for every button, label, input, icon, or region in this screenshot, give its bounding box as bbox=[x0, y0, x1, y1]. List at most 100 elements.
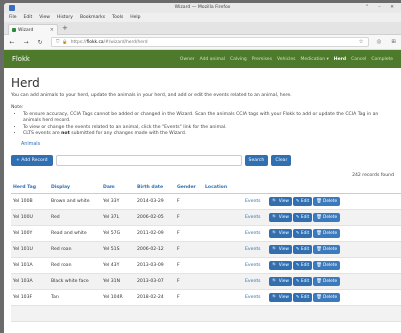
notes-list: To ensure accuracy, CCIA Tags cannot be … bbox=[23, 112, 394, 137]
menu-file[interactable]: File bbox=[9, 15, 17, 20]
view-button[interactable]: 🔍 View bbox=[269, 292, 292, 302]
edit-button[interactable]: ✎ Edit bbox=[292, 244, 313, 254]
cell-events: Events bbox=[243, 225, 267, 242]
back-icon[interactable]: ← bbox=[9, 39, 15, 46]
delete-button[interactable]: 🗑 Delete bbox=[313, 244, 341, 254]
col-gender[interactable]: Gender bbox=[175, 182, 203, 194]
events-link[interactable]: Events bbox=[245, 295, 261, 300]
cell-dam: Yel 104R bbox=[101, 289, 135, 306]
col-display[interactable]: Display bbox=[49, 182, 101, 194]
delete-button[interactable]: 🗑 Delete bbox=[313, 228, 341, 238]
edit-button[interactable]: ✎ Edit bbox=[292, 276, 313, 286]
events-link[interactable]: Events bbox=[245, 199, 261, 204]
animals-link[interactable]: Animals bbox=[21, 142, 394, 147]
clear-button[interactable]: Clear bbox=[271, 155, 292, 167]
edit-button[interactable]: ✎ Edit bbox=[292, 228, 313, 238]
cell-actions bbox=[267, 305, 401, 322]
view-button[interactable]: 🔍 View bbox=[269, 260, 292, 270]
nav-vehicles[interactable]: Vehicles bbox=[277, 57, 295, 62]
nav-owner[interactable]: Owner bbox=[180, 57, 195, 62]
nav-calving[interactable]: Calving bbox=[230, 57, 247, 62]
events-link[interactable]: Events bbox=[245, 279, 261, 284]
menu-history[interactable]: History bbox=[57, 15, 73, 20]
table-row: Yel 101U Red roan Yel 51S 2006-02-12 F Events… bbox=[11, 241, 401, 258]
tab-close-icon[interactable]: × bbox=[50, 27, 54, 33]
cell-display: Brown and white bbox=[49, 193, 101, 210]
cell-events: Events bbox=[243, 193, 267, 210]
menu-bookmarks[interactable]: Bookmarks bbox=[80, 15, 105, 20]
col-herd-tag[interactable]: Herd Tag bbox=[11, 182, 49, 194]
herd-table: Herd Tag Display Dam Birth date Gender L… bbox=[11, 182, 401, 322]
cell-actions: 🔍 View ✎ Edit 🗑 Delete bbox=[267, 241, 401, 258]
forward-icon[interactable]: → bbox=[23, 39, 29, 46]
nav-herd[interactable]: Herd bbox=[334, 57, 346, 62]
nav-cancel[interactable]: Cancel bbox=[351, 57, 366, 62]
cell-herd-tag bbox=[11, 305, 49, 322]
edit-button[interactable]: ✎ Edit bbox=[292, 292, 313, 302]
nav-premises[interactable]: Premises bbox=[252, 57, 272, 62]
reload-icon[interactable]: ↻ bbox=[37, 39, 43, 46]
events-link[interactable]: Events bbox=[245, 215, 261, 220]
cell-display: Red roan bbox=[49, 257, 101, 274]
nav-complete[interactable]: Complete bbox=[371, 57, 393, 62]
view-button[interactable]: 🔍 View bbox=[269, 276, 292, 286]
cell-dam bbox=[101, 305, 135, 322]
edit-button[interactable]: ✎ Edit bbox=[292, 196, 313, 206]
col-dam[interactable]: Dam bbox=[101, 182, 135, 194]
menu-view[interactable]: View bbox=[39, 15, 50, 20]
add-record-button[interactable]: + Add Record bbox=[11, 155, 53, 167]
new-tab-button[interactable]: + bbox=[62, 24, 68, 32]
view-button[interactable]: 🔍 View bbox=[269, 228, 292, 238]
shield-icon[interactable]: ⛉ bbox=[56, 39, 59, 45]
cell-dam: Yel 51S bbox=[101, 241, 135, 258]
cell-location bbox=[203, 193, 243, 210]
cell-location bbox=[203, 257, 243, 274]
window-controls[interactable]: ⌃ – ✕ bbox=[365, 5, 398, 10]
col-birth-date[interactable]: Birth date bbox=[135, 182, 175, 194]
edit-button[interactable]: ✎ Edit bbox=[292, 260, 313, 270]
delete-button[interactable]: 🗑 Delete bbox=[313, 292, 341, 302]
events-link[interactable]: Events bbox=[245, 263, 261, 268]
cell-display: Tan bbox=[49, 289, 101, 306]
cell-events: Events bbox=[243, 273, 267, 290]
search-button[interactable]: Search bbox=[244, 155, 269, 167]
note-item: CLTS events are not submitted for any ch… bbox=[23, 131, 394, 137]
url-text: https://flokk.ca/#/wizard/herd/herd bbox=[70, 39, 148, 45]
events-link[interactable]: Events bbox=[245, 247, 261, 252]
nav-medication[interactable]: Medication ▾ bbox=[300, 57, 328, 62]
delete-button[interactable]: 🗑 Delete bbox=[313, 212, 341, 222]
url-bar[interactable]: ⛉ 🔒 https://flokk.ca/#/wizard/herd/herd … bbox=[51, 37, 369, 47]
brand-logo[interactable]: Flokk bbox=[12, 55, 30, 63]
menu-help[interactable]: Help bbox=[130, 15, 140, 20]
extensions-icon[interactable]: ⊞ bbox=[391, 39, 396, 45]
menu-tools[interactable]: Tools bbox=[112, 15, 123, 20]
delete-button[interactable]: 🗑 Delete bbox=[313, 196, 341, 206]
nav-bar: ← → ↻ ⛉ 🔒 https://flokk.ca/#/wizard/herd… bbox=[4, 35, 401, 50]
tab-wizard[interactable]: Wizard × bbox=[8, 24, 58, 35]
view-button[interactable]: 🔍 View bbox=[269, 212, 292, 222]
col-location[interactable]: Location bbox=[203, 182, 243, 194]
col-actions bbox=[267, 182, 401, 194]
nav-add-animal[interactable]: Add animal bbox=[200, 57, 225, 62]
delete-button[interactable]: 🗑 Delete bbox=[313, 260, 341, 270]
events-link[interactable]: Events bbox=[245, 231, 261, 236]
table-row: Yel 100Y Read and white Yel 57G 2011-02-09 F… bbox=[11, 225, 401, 242]
view-button[interactable]: 🔍 View bbox=[269, 196, 292, 206]
cell-location bbox=[203, 305, 243, 322]
page-title: Herd bbox=[11, 76, 40, 90]
cell-dam: Yel 43Y bbox=[101, 257, 135, 274]
edit-button[interactable]: ✎ Edit bbox=[292, 212, 313, 222]
cell-actions: 🔍 View ✎ Edit 🗑 Delete bbox=[267, 209, 401, 226]
search-input[interactable] bbox=[55, 155, 242, 167]
cell-gender: F bbox=[175, 241, 203, 258]
cell-birth-date: 2006-02-12 bbox=[135, 241, 175, 258]
cell-herd-tag: Yel 100B bbox=[11, 193, 49, 210]
cell-events: Events bbox=[243, 241, 267, 258]
delete-button[interactable]: 🗑 Delete bbox=[313, 276, 341, 286]
view-button[interactable]: 🔍 View bbox=[269, 244, 292, 254]
pocket-icon[interactable]: ◎ bbox=[377, 39, 382, 45]
cell-dam: Yel 57G bbox=[101, 225, 135, 242]
bookmark-star-icon[interactable]: ☆ bbox=[359, 39, 364, 45]
lock-icon[interactable]: 🔒 bbox=[62, 40, 67, 45]
menu-edit[interactable]: Edit bbox=[24, 15, 33, 20]
